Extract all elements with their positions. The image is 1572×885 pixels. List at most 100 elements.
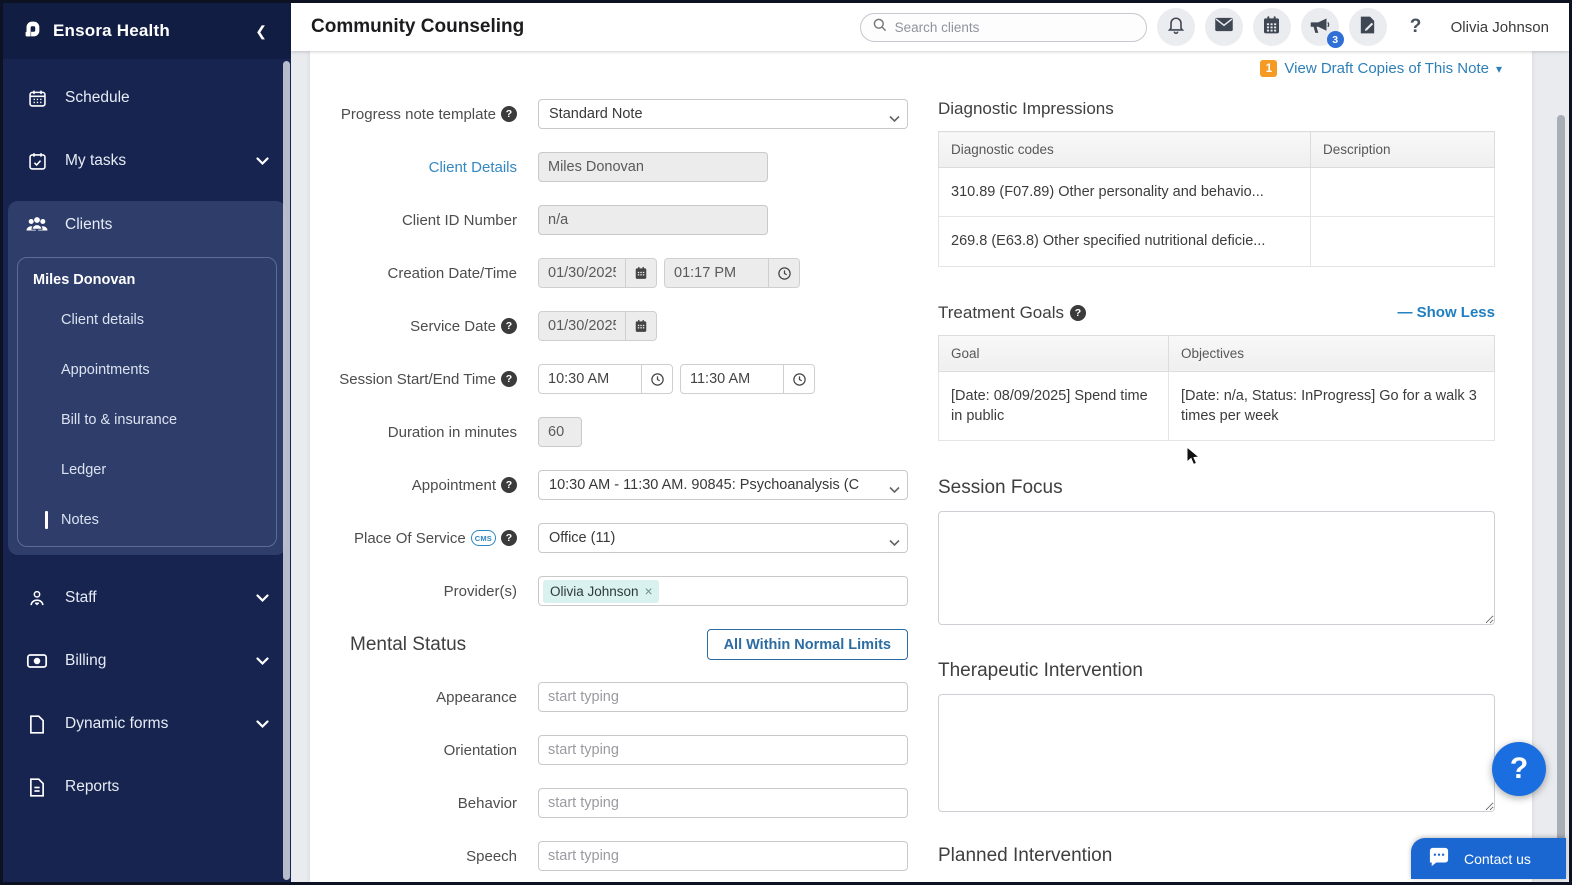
template-value: Standard Note (549, 106, 643, 122)
help-icon[interactable]: ? (501, 530, 517, 546)
search-box[interactable] (860, 13, 1147, 42)
sidebar-item-bill-to-insurance[interactable]: Bill to & insurance (18, 408, 276, 432)
session-end-field[interactable] (680, 364, 815, 394)
main-scrollbar[interactable] (1557, 115, 1565, 876)
help-button[interactable]: ? (1397, 8, 1435, 46)
topbar: Community Counseling 3 (291, 3, 1569, 51)
clock-icon[interactable] (768, 259, 799, 287)
show-less-link[interactable]: — Show Less (1397, 304, 1495, 321)
speech-input[interactable] (538, 841, 908, 871)
all-within-normal-limits-button[interactable]: All Within Normal Limits (707, 629, 908, 660)
announcements-button[interactable]: 3 (1301, 8, 1339, 46)
provider-chip: Olivia Johnson × (543, 580, 659, 603)
appointment-select[interactable]: 10:30 AM - 11:30 AM. 90845: Psychoanalys… (538, 470, 908, 500)
calendar-button[interactable] (1253, 8, 1291, 46)
sidebar-item-label: Billing (65, 652, 106, 670)
description-cell (1311, 168, 1495, 217)
chevron-down-icon (889, 111, 900, 127)
ensora-logo-icon (21, 18, 43, 45)
user-name[interactable]: Olivia Johnson (1451, 19, 1549, 36)
sidebar-item-reports[interactable]: Reports (3, 764, 291, 810)
appearance-input[interactable] (538, 682, 908, 712)
sub-item-label: Ledger (61, 462, 106, 478)
sidebar-item-label: Schedule (65, 89, 130, 107)
sidebar-item-notes[interactable]: Notes (18, 508, 276, 532)
mental-status-header: Mental Status All Within Normal Limits (310, 629, 908, 660)
sidebar-item-dynamic-forms[interactable]: Dynamic forms (3, 701, 291, 747)
providers-tag-input[interactable]: Olivia Johnson × (538, 576, 908, 606)
table-row[interactable]: 310.89 (F07.89) Other personality and be… (939, 168, 1495, 217)
behavior-input[interactable] (538, 788, 908, 818)
service-date-label: Service Date (410, 318, 496, 335)
sidebar-item-ledger[interactable]: Ledger (18, 458, 276, 482)
session-start-input[interactable] (539, 365, 641, 393)
sidebar-item-label: Staff (65, 589, 97, 607)
messages-button[interactable] (1205, 8, 1243, 46)
page-title: Community Counseling (311, 16, 524, 38)
sub-item-label: Bill to & insurance (61, 412, 177, 428)
sidebar-item-label: Clients (65, 216, 112, 234)
calendar-icon[interactable] (625, 312, 656, 340)
diagnostic-codes-column-header: Diagnostic codes (939, 132, 1311, 168)
behavior-label: Behavior (458, 795, 517, 812)
appearance-label: Appearance (436, 689, 517, 706)
creation-row: Creation Date/Time (310, 258, 910, 288)
sidebar-item-billing[interactable]: Billing (3, 638, 291, 684)
notifications-button[interactable] (1157, 8, 1195, 46)
main-area: Community Counseling 3 (291, 3, 1569, 882)
appearance-row: Appearance (310, 682, 910, 712)
help-fab-button[interactable]: ? (1492, 742, 1546, 796)
sidebar-item-appointments[interactable]: Appointments (18, 358, 276, 382)
search-input[interactable] (895, 20, 1135, 35)
calendar-icon[interactable] (625, 259, 656, 287)
help-icon[interactable]: ? (501, 477, 517, 493)
template-select[interactable]: Standard Note (538, 99, 908, 129)
help-icon[interactable]: ? (501, 106, 517, 122)
appointment-row: Appointment? 10:30 AM - 11:30 AM. 90845:… (310, 470, 910, 500)
session-end-input[interactable] (681, 365, 783, 393)
service-date-input (539, 312, 625, 340)
client-details-link[interactable]: Client Details (429, 159, 517, 176)
chevron-down-icon (256, 657, 269, 666)
client-panel-name: Miles Donovan (18, 272, 276, 288)
staff-icon (25, 588, 49, 609)
pos-label: Place Of Service (354, 530, 466, 547)
session-start-field[interactable] (538, 364, 673, 394)
clock-icon[interactable] (783, 365, 814, 393)
sidebar-item-my-tasks[interactable]: My tasks (3, 138, 291, 184)
chevron-down-icon (256, 157, 269, 166)
help-icon[interactable]: ? (501, 318, 517, 334)
calendar-icon (1262, 15, 1281, 40)
description-cell (1311, 217, 1495, 266)
session-time-label: Session Start/End Time (339, 371, 496, 388)
speech-row: Speech (310, 841, 910, 871)
sidebar-header: Ensora Health ❮ (3, 3, 291, 59)
therapeutic-intervention-textarea[interactable] (938, 694, 1495, 812)
table-row[interactable]: 269.8 (E63.8) Other specified nutritiona… (939, 217, 1495, 266)
session-focus-textarea[interactable] (938, 511, 1495, 625)
table-row[interactable]: [Date: 08/09/2025] Spend time in public … (939, 371, 1495, 441)
orientation-label: Orientation (444, 742, 517, 759)
sidebar-collapse-button[interactable]: ❮ (249, 21, 273, 42)
contact-us-button[interactable]: Contact us (1411, 838, 1566, 879)
orientation-input[interactable] (538, 735, 908, 765)
objectives-column-header: Objectives (1169, 335, 1495, 371)
sidebar-item-staff[interactable]: Staff (3, 575, 291, 621)
sidebar-item-schedule[interactable]: Schedule (3, 75, 291, 121)
sidebar-item-client-details[interactable]: Client details (18, 308, 276, 332)
view-draft-copies-link[interactable]: 1 View Draft Copies of This Note ▾ (1260, 60, 1502, 77)
document-icon (25, 714, 49, 735)
place-of-service-select[interactable]: Office (11) (538, 523, 908, 553)
providers-row: Provider(s) Olivia Johnson × (310, 576, 910, 606)
template-row: Progress note template? Standard Note (310, 99, 910, 129)
cms-badge-icon: CMS (471, 530, 496, 546)
help-icon[interactable]: ? (501, 371, 517, 387)
remove-chip-icon[interactable]: × (645, 584, 653, 599)
help-icon[interactable]: ? (1070, 305, 1086, 321)
notes-edit-button[interactable] (1349, 8, 1387, 46)
sidebar-nav: Schedule My tasks Clients (3, 59, 291, 810)
sidebar-item-clients[interactable]: Clients (8, 201, 286, 249)
session-focus-heading: Session Focus (938, 477, 1495, 499)
sidebar-scrollbar[interactable] (283, 61, 290, 880)
clock-icon[interactable] (641, 365, 672, 393)
